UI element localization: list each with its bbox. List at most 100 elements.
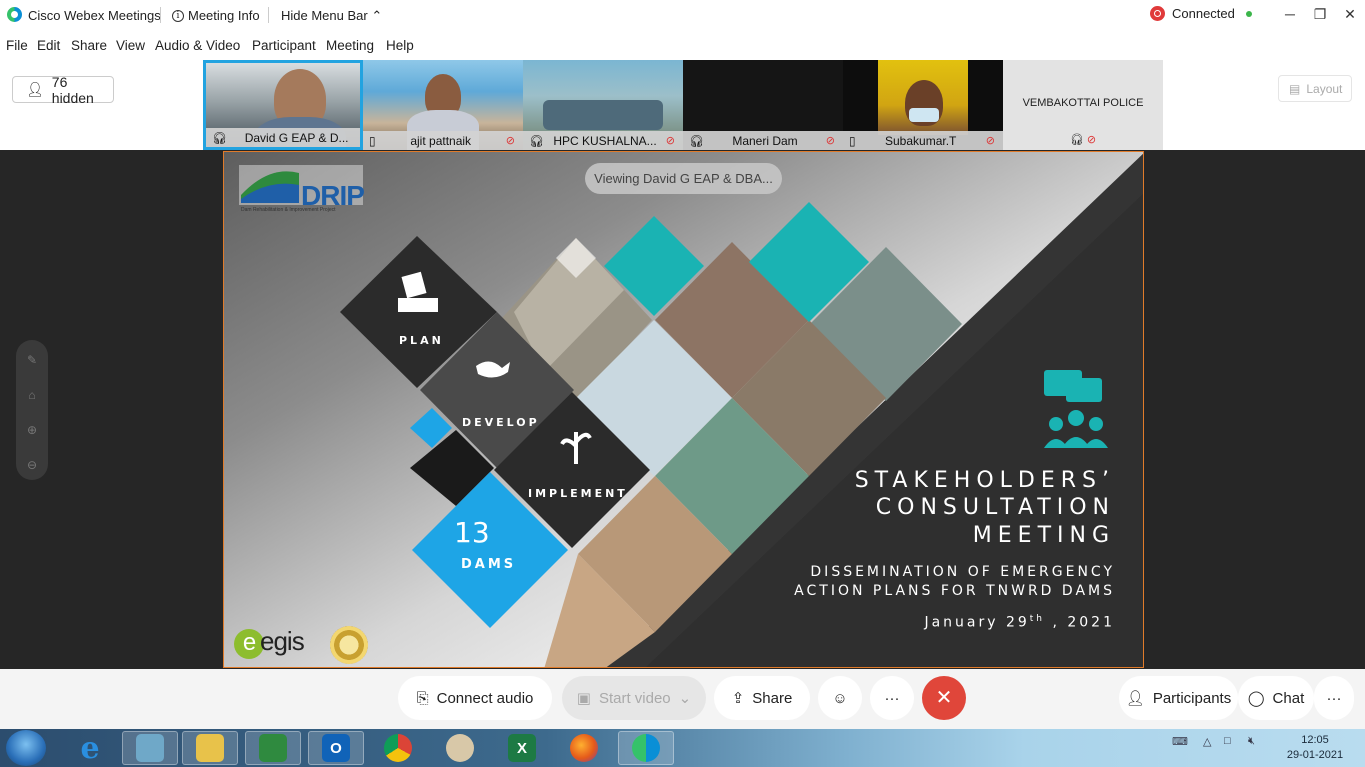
people-icon: [1049, 417, 1063, 431]
zoom-in-icon[interactable]: ⊕: [16, 423, 48, 437]
headset-icon: 🎧︎: [529, 133, 545, 148]
video-tile-subakumar[interactable]: ▯ Subakumar.T ⊘: [843, 60, 1003, 150]
tile-name-bar: ▯ Subakumar.T ⊘: [843, 131, 1003, 150]
develop-label: DEVELOP: [462, 416, 540, 429]
menu-edit[interactable]: Edit: [37, 38, 60, 53]
title-bar: Cisco Webex Meetings i Meeting Info Hide…: [0, 0, 1365, 30]
slide-date-suffix-sup: th: [1029, 614, 1046, 624]
people-icon: [1089, 417, 1103, 431]
tray-expand-icon[interactable]: △: [1203, 735, 1211, 748]
phone-icon: ▯: [849, 133, 856, 148]
participants-label: Participants: [1152, 689, 1232, 707]
status-dot-icon: [1245, 10, 1252, 17]
menu-help[interactable]: Help: [386, 38, 414, 53]
annotation-toolbar: ✎ ⌂ ⊕ ⊖: [16, 340, 48, 480]
participant-name: David G EAP & D...: [244, 130, 349, 145]
volume-muted-icon[interactable]: 🔇︎: [1248, 735, 1255, 748]
notepad-icon: [136, 734, 164, 762]
remote-control-icon[interactable]: ⌂: [16, 388, 48, 402]
video-tile-maneri[interactable]: 🎧︎ Maneri Dam ⊘: [683, 60, 843, 150]
participants-panel-button[interactable]: 👤︎ Participants: [1119, 676, 1238, 720]
record-icon: [1150, 6, 1165, 21]
participant-strip: 👤︎ 76 hidden 🎧︎ David G EAP & D... ▯ aji…: [0, 60, 1365, 150]
implement-label: IMPLEMENT: [528, 487, 628, 500]
more-options-button[interactable]: ···: [870, 676, 914, 720]
menu-meeting[interactable]: Meeting: [326, 38, 374, 53]
taskbar-notepad[interactable]: [122, 731, 178, 765]
windows-taskbar: e O X ⌨ △ □ 🔇︎ 12:05 29-01-2021: [0, 729, 1365, 767]
taskbar-task-manager[interactable]: [245, 731, 301, 765]
video-tile-hpc[interactable]: 🎧︎ HPC KUSHALNA... ⊘: [523, 60, 683, 150]
headset-icon: 🎧︎: [689, 133, 705, 148]
layout-label: Layout: [1306, 81, 1343, 96]
more-icon: ···: [884, 689, 900, 707]
participant-video: [878, 60, 968, 135]
meeting-info-label: Meeting Info: [188, 8, 260, 23]
government-seal: [330, 626, 368, 664]
start-button[interactable]: [6, 730, 46, 766]
slide-title-line-3: MEETING: [972, 523, 1115, 548]
connection-status[interactable]: Connected: [1150, 6, 1252, 21]
drip-logo-subtitle: Dam Rehabilitation & Improvement Project: [241, 207, 336, 213]
layout-button[interactable]: ▤ Layout: [1278, 75, 1352, 102]
video-tile-vembakottai[interactable]: VEMBAKOTTAI POLICE 🎧︎ ⊘: [1003, 60, 1163, 150]
hide-menu-bar-button[interactable]: Hide Menu Bar ⌃: [281, 8, 382, 24]
plan-label: PLAN: [399, 334, 444, 347]
system-clock[interactable]: 12:05 29-01-2021: [1280, 733, 1350, 763]
annotate-icon[interactable]: ✎: [16, 353, 48, 367]
video-tile-ajit[interactable]: ▯ ajit pattnaik ⊘: [363, 60, 523, 150]
restore-button[interactable]: ❐: [1309, 4, 1331, 24]
taskbar-webex[interactable]: [618, 731, 674, 765]
keyboard-icon[interactable]: ⌨: [1172, 735, 1188, 748]
app-title: Cisco Webex Meetings: [28, 8, 161, 23]
connect-audio-icon: ⎘: [416, 689, 429, 707]
close-button[interactable]: ✕: [1339, 4, 1361, 24]
clock-time: 12:05: [1301, 734, 1329, 746]
reactions-button[interactable]: ☺: [818, 676, 862, 720]
taskbar-excel[interactable]: X: [494, 731, 550, 765]
menu-bar: File Edit Share View Audio & Video Parti…: [0, 30, 1365, 60]
minimize-button[interactable]: ─: [1279, 4, 1301, 24]
participant-name: HPC KUSHALNA...: [553, 133, 657, 148]
egis-logo-text: egis: [260, 626, 305, 656]
menu-participant[interactable]: Participant: [252, 38, 316, 53]
webex-logo-icon: [7, 7, 22, 22]
connect-audio-label: Connect audio: [436, 689, 534, 707]
leave-meeting-button[interactable]: ✕: [922, 676, 966, 720]
slide-subtitle-line-1: DISSEMINATION OF EMERGENCY: [810, 564, 1115, 580]
zoom-out-icon[interactable]: ⊖: [16, 458, 48, 472]
connect-audio-button[interactable]: ⎘ Connect audio: [398, 676, 552, 720]
menu-file[interactable]: File: [6, 38, 28, 53]
meeting-info-button[interactable]: i Meeting Info: [172, 8, 260, 23]
network-icon[interactable]: □: [1224, 735, 1231, 747]
menu-audio-video[interactable]: Audio & Video: [155, 38, 240, 53]
chat-icon: ◯: [1247, 690, 1265, 707]
taskbar-file-explorer[interactable]: [182, 731, 238, 765]
start-video-button[interactable]: ▣ Start video ⌄: [562, 676, 706, 720]
menu-view[interactable]: View: [116, 38, 145, 53]
taskbar-paint[interactable]: [432, 731, 488, 765]
taskbar-firefox[interactable]: [556, 731, 612, 765]
outlook-icon: O: [322, 734, 350, 762]
slide-date-main: January 29: [924, 614, 1030, 631]
share-button[interactable]: ⇪ Share: [714, 676, 810, 720]
video-tile-david[interactable]: 🎧︎ David G EAP & D...: [203, 60, 363, 150]
people-icon: [1068, 410, 1084, 426]
participants-icon: 👤︎: [1125, 690, 1145, 707]
chat-panel-button[interactable]: ◯ Chat: [1238, 676, 1314, 720]
paint-icon: [446, 734, 474, 762]
slide-subtitle-line-2: ACTION PLANS FOR TNWRD DAMS: [794, 583, 1115, 599]
menu-share[interactable]: Share: [71, 38, 107, 53]
taskbar-internet-explorer[interactable]: e: [62, 731, 118, 766]
dams-count: 13: [454, 516, 490, 549]
hidden-participants-button[interactable]: 👤︎ 76 hidden: [12, 74, 114, 106]
plan-icon: [398, 298, 438, 312]
taskbar-outlook[interactable]: O: [308, 731, 364, 765]
chrome-icon: [384, 734, 412, 762]
taskbar-chrome[interactable]: [370, 731, 426, 765]
more-panels-button[interactable]: ···: [1314, 676, 1354, 720]
meeting-controls: ⎘ Connect audio ▣ Start video ⌄ ⇪ Share …: [0, 669, 1365, 729]
tile-name-bar: 🎧︎ David G EAP & D...: [206, 128, 360, 147]
chevron-down-icon: ⌄: [678, 690, 692, 707]
slide-title-line-2: CONSULTATION: [875, 495, 1115, 520]
